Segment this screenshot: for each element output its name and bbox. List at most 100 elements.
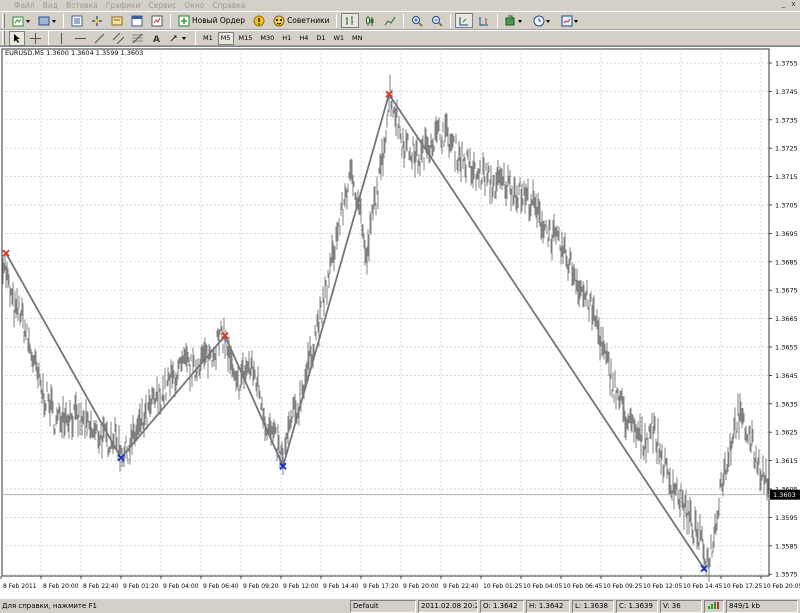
svg-text:A: A	[153, 35, 160, 44]
terminal-icon[interactable]	[128, 13, 146, 28]
menu-item[interactable]: Справка	[208, 0, 249, 11]
chart-shift-icon[interactable]	[475, 13, 493, 28]
toolbar-separator	[195, 31, 196, 45]
auto-scroll-icon[interactable]	[455, 13, 474, 28]
x-tick-label: 9 Feb 04:00	[163, 583, 199, 590]
x-tick-label: 8 Feb 2011	[3, 583, 37, 590]
menu-item[interactable]: Вставка	[62, 0, 102, 11]
menu-item[interactable]: Окно	[180, 0, 208, 11]
y-tick-label: 1.3665	[775, 315, 798, 323]
chart-header: EURUSD,M5 1.3600 1.3604 1.3599 1.3603	[5, 49, 143, 57]
timeframe-m5-button[interactable]: M5	[217, 31, 234, 45]
trendline-icon[interactable]	[91, 31, 108, 46]
toolbar-separator	[336, 13, 338, 28]
toolbar-separator	[170, 13, 171, 28]
fibonacci-icon[interactable]	[129, 31, 146, 46]
indicators-icon[interactable]	[502, 13, 528, 28]
navigator-icon[interactable]	[108, 13, 126, 28]
metaeditor-icon[interactable]	[250, 13, 268, 28]
y-tick-label: 1.3695	[775, 230, 798, 238]
line-chart-icon[interactable]	[381, 13, 399, 28]
menu-item[interactable]: Файл	[0, 0, 39, 11]
x-tick-label: 10 Feb 04:05	[523, 583, 563, 590]
x-tick-label: 9 Feb 06:40	[203, 583, 239, 590]
status-close: C: 1.3639	[616, 600, 658, 613]
drawing-toolbar: A M1 M5 M15 M30 H1 H4 D1 W1 MN	[0, 30, 800, 46]
menu-item[interactable]: Сервис	[144, 0, 180, 11]
status-traffic: 849/1 kb	[726, 600, 798, 613]
channel-icon[interactable]	[110, 31, 127, 46]
timeframe-mn-button[interactable]: MN	[349, 32, 365, 45]
zigzag-marker-high	[2, 249, 10, 257]
tester-icon[interactable]	[148, 13, 166, 28]
plot-frame	[1, 48, 770, 577]
timeframe-m15-button[interactable]: M15	[236, 32, 256, 45]
profiles-icon[interactable]	[35, 13, 59, 28]
x-tick-label: 10 Feb 12:05	[643, 583, 683, 590]
x-tick-label: 9 Feb 17:20	[363, 583, 399, 590]
expert-advisors-label: Советники	[287, 16, 330, 25]
x-tick-label: 8 Feb 22:40	[83, 583, 119, 590]
toolbar-grip[interactable]	[2, 31, 5, 45]
x-tick-label: 9 Feb 01:20	[123, 583, 159, 590]
candlesticks-icon[interactable]	[361, 13, 379, 28]
y-tick-label: 1.3675	[775, 287, 798, 295]
data-window-icon[interactable]	[88, 13, 106, 28]
y-tick-label: 1.3595	[775, 514, 798, 522]
status-volume: V: 36	[660, 600, 702, 613]
y-tick-label: 1.3615	[775, 457, 798, 465]
status-high: H: 1.3642	[526, 600, 570, 613]
minimize-button[interactable]: _	[779, 0, 788, 9]
periods-icon[interactable]	[530, 13, 556, 28]
zoom-out-icon[interactable]	[428, 13, 446, 28]
timeframe-d1-button[interactable]: D1	[313, 32, 328, 45]
menu-item[interactable]: Графики	[102, 0, 145, 11]
timeframe-m1-button[interactable]: M1	[200, 32, 216, 45]
new-chart-icon[interactable]	[9, 13, 33, 28]
status-profile: Default	[350, 600, 416, 613]
y-tick-label: 1.3715	[775, 173, 798, 181]
y-tick-label: 1.3735	[775, 116, 798, 124]
price-bars	[2, 74, 769, 582]
toolbar-separator	[403, 13, 405, 28]
x-tick-label: 10 Feb 01:25	[483, 583, 523, 590]
current-price-label: 1.3603	[773, 491, 796, 499]
toolbar-grip[interactable]	[2, 13, 5, 28]
y-tick-label: 1.3685	[775, 258, 798, 266]
y-tick-label: 1.3635	[775, 400, 798, 408]
vertical-line-icon[interactable]	[53, 31, 70, 46]
toolbar-separator	[497, 13, 499, 28]
market-watch-icon[interactable]	[68, 13, 86, 28]
bar-chart-icon[interactable]	[341, 13, 360, 28]
new-order-label: Новый Ордер	[192, 16, 246, 25]
timeframe-h1-button[interactable]: H1	[279, 32, 294, 45]
x-tick-label: 10 Feb 14:45	[683, 583, 723, 590]
new-order-button[interactable]: Новый Ордер	[175, 13, 248, 28]
close-button[interactable]: x	[789, 0, 798, 9]
y-tick-label: 1.3725	[775, 145, 798, 153]
zoom-in-icon[interactable]	[408, 13, 426, 28]
window-controls: _ x	[779, 0, 798, 11]
horizontal-line-icon[interactable]	[72, 31, 89, 46]
standard-toolbar: Новый Ордер Советники	[0, 11, 800, 30]
timeframe-h4-button[interactable]: H4	[296, 32, 311, 45]
templates-icon[interactable]	[558, 13, 584, 28]
x-tick-label: 10 Feb 20:05	[763, 583, 800, 590]
y-tick-label: 1.3575	[775, 571, 798, 579]
text-icon[interactable]: A	[148, 31, 165, 46]
chart-canvas[interactable]: 1.3755 1.3745 1.3735 1.3725 1.3715 1.3705 1.36…	[0, 47, 800, 599]
chart-window[interactable]: 1.3755 1.3745 1.3735 1.3725 1.3715 1.3705 1.36…	[0, 46, 800, 598]
y-tick-label: 1.3655	[775, 344, 798, 352]
timeframe-m30-button[interactable]: M30	[257, 32, 277, 45]
menu-item[interactable]: Вид	[39, 0, 62, 11]
crosshair-icon[interactable]	[27, 31, 44, 46]
expert-advisors-button[interactable]: Советники	[270, 13, 332, 28]
timeframe-w1-button[interactable]: W1	[330, 32, 347, 45]
menu-bar: Файл Вид Вставка Графики Сервис Окно Справка	[0, 0, 800, 11]
x-tick-label: 9 Feb 14:40	[323, 583, 359, 590]
arrows-icon[interactable]	[167, 31, 191, 46]
cursor-icon[interactable]	[9, 30, 25, 46]
status-open: O: 1.3642	[480, 600, 524, 613]
toolbar-separator	[48, 31, 49, 45]
new-order-icon	[178, 15, 190, 26]
